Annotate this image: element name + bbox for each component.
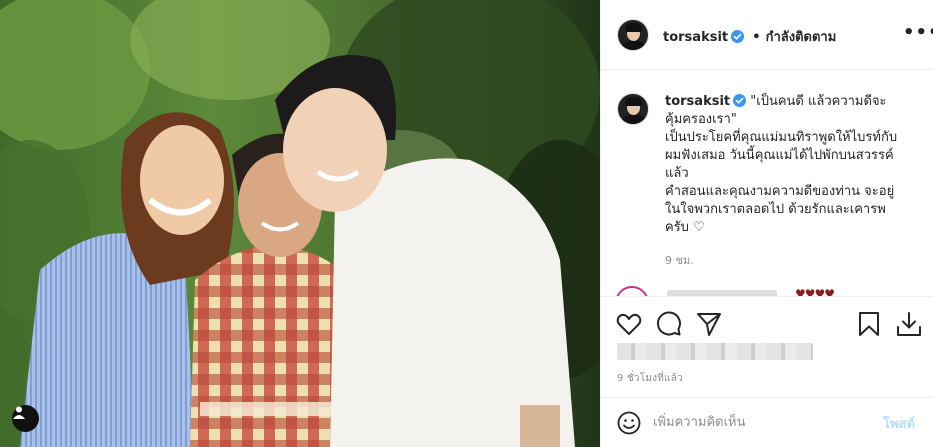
comment-icon[interactable] xyxy=(655,310,683,338)
tagged-user-icon[interactable] xyxy=(12,405,39,432)
comment-avatar[interactable] xyxy=(615,286,649,296)
caption-text: "เป็นคนดี แล้วความดีจะ คุ้มครองเรา" เป็น… xyxy=(665,94,898,235)
paper-plane-icon[interactable] xyxy=(695,310,723,338)
following-button[interactable]: กำลังติดตาม xyxy=(766,30,837,45)
download-icon[interactable] xyxy=(895,310,923,338)
username-link[interactable]: torsaksit xyxy=(663,30,728,45)
heart-icon[interactable] xyxy=(615,310,643,338)
add-comment-bar: โพสต์ xyxy=(601,397,933,447)
comment-input[interactable] xyxy=(653,410,863,434)
verified-icon xyxy=(731,30,745,43)
photo-illustration xyxy=(0,0,600,447)
emoji-icon[interactable] xyxy=(617,411,641,435)
caption-avatar[interactable] xyxy=(617,93,649,125)
post-header: torsaksit • กำลังติดตาม ••• xyxy=(601,0,933,70)
caption: torsaksit "เป็นคนดี แล้วความดีจะ คุ้มครอ… xyxy=(665,93,920,237)
post-comment-button[interactable]: โพสต์ xyxy=(883,413,915,434)
header-user: torsaksit • กำลังติดตาม xyxy=(663,26,836,47)
verified-icon xyxy=(733,94,747,107)
caption-timestamp: 9 ชม. xyxy=(665,254,694,267)
comments-section: torsaksit "เป็นคนดี แล้วความดีจะ คุ้มครอ… xyxy=(601,71,933,297)
next-comment-peek: ♥♥♥♥ xyxy=(615,286,933,297)
blurred-username xyxy=(667,290,777,296)
post-photo[interactable] xyxy=(0,0,600,447)
likes-count-blurred[interactable] xyxy=(617,343,813,360)
post-side-panel: torsaksit • กำลังติดตาม ••• torsaksit "เ… xyxy=(600,0,933,447)
caption-username[interactable]: torsaksit xyxy=(665,94,730,109)
follow-separator: • xyxy=(752,30,761,45)
bookmark-icon[interactable] xyxy=(855,310,883,338)
comment-hearts: ♥♥♥♥ xyxy=(795,287,835,297)
post-timestamp[interactable]: 9 ชั่วโมงที่แล้ว xyxy=(617,371,683,386)
more-options-icon[interactable]: ••• xyxy=(903,22,933,43)
avatar[interactable] xyxy=(617,19,649,51)
